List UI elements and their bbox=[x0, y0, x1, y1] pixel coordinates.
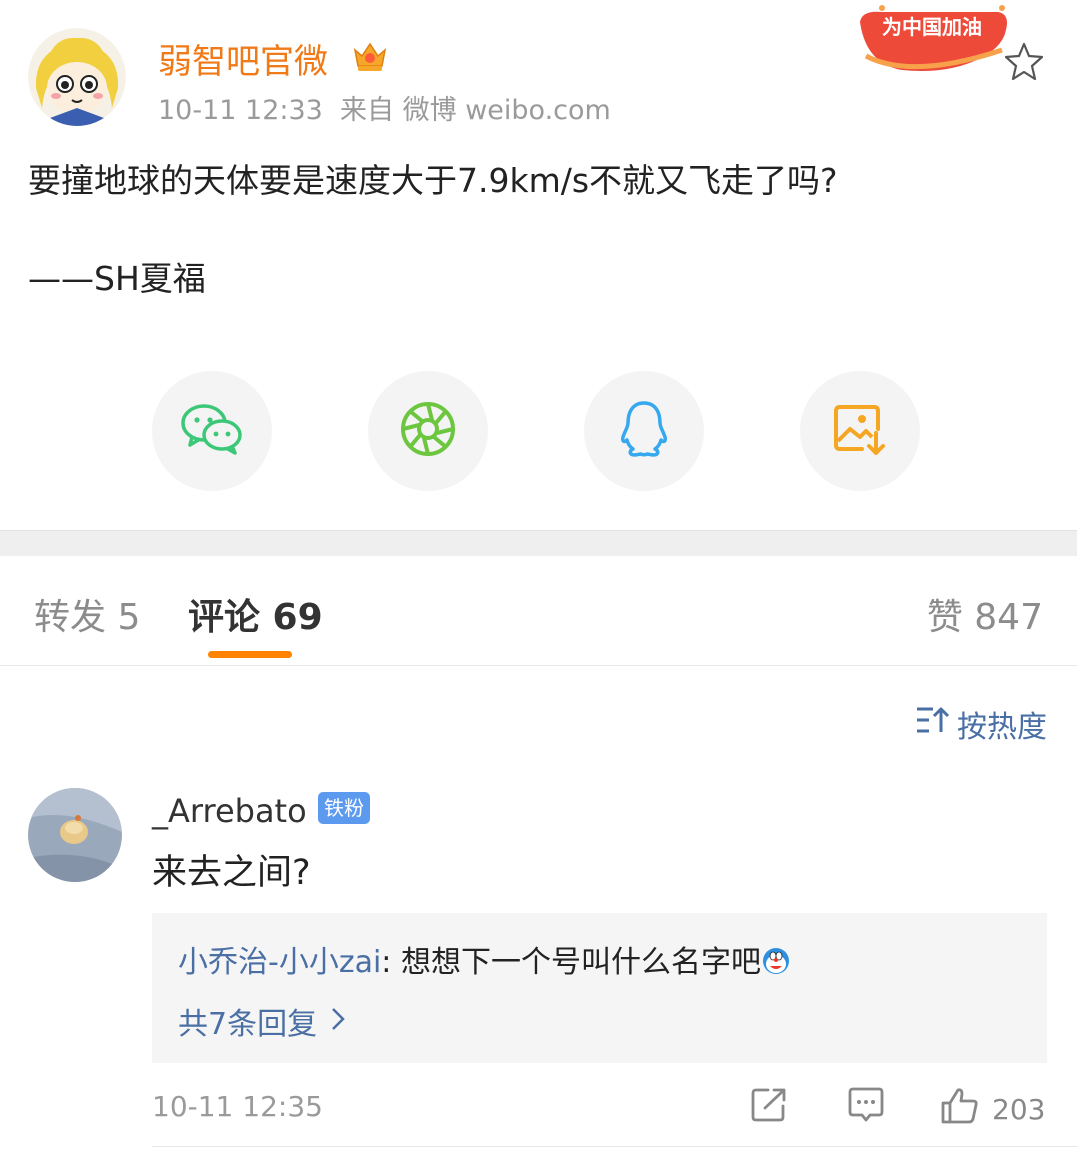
reply-comment-button[interactable] bbox=[846, 1086, 886, 1131]
post-source: 来自 微博 weibo.com bbox=[340, 95, 611, 126]
doraemon-emoji-icon bbox=[761, 946, 791, 976]
active-tab-indicator bbox=[208, 651, 292, 658]
view-replies-link[interactable]: 共7条回复 bbox=[178, 999, 345, 1043]
campaign-text: 为中国加油 bbox=[882, 15, 982, 39]
comment-divider bbox=[152, 1146, 1077, 1147]
share-qq-button[interactable] bbox=[584, 371, 704, 491]
moments-icon bbox=[399, 400, 457, 462]
post-card: 弱智吧官微 10-11 12:33 来自 微博 weibo.com 为中国加油 … bbox=[0, 0, 1077, 530]
post-meta: 10-11 12:33 来自 微博 weibo.com bbox=[158, 88, 611, 127]
section-divider bbox=[0, 530, 1077, 556]
post-signature: ——SH夏福 bbox=[28, 259, 206, 298]
sort-icon bbox=[915, 704, 951, 744]
star-icon[interactable] bbox=[1002, 40, 1046, 84]
share-moments-button[interactable] bbox=[368, 371, 488, 491]
campaign-badge[interactable]: 为中国加油 bbox=[852, 0, 1012, 80]
tab-repost[interactable]: 转发 5 bbox=[34, 588, 140, 640]
sort-toggle[interactable]: 按热度 bbox=[915, 702, 1047, 746]
comment-bubble-icon bbox=[846, 1086, 886, 1131]
tab-likes[interactable]: 赞 847 bbox=[927, 588, 1043, 640]
like-count: 203 bbox=[992, 1093, 1046, 1126]
sort-label: 按热度 bbox=[957, 710, 1047, 745]
save-image-button[interactable] bbox=[800, 371, 920, 491]
like-comment-button[interactable]: 203 bbox=[940, 1086, 1045, 1133]
reply-count-label: 共7条回复 bbox=[178, 1007, 318, 1042]
commenter-avatar[interactable] bbox=[28, 788, 122, 882]
share-icon bbox=[750, 1086, 788, 1131]
wechat-icon bbox=[180, 401, 244, 461]
fan-badge: 铁粉 bbox=[318, 792, 370, 824]
reply-text: 想想下一个号叫什么名字吧 bbox=[400, 945, 761, 980]
thumbs-up-icon bbox=[940, 1086, 980, 1133]
vip-crown-icon bbox=[351, 38, 389, 74]
chevron-right-icon bbox=[331, 1004, 345, 1039]
save-image-icon bbox=[832, 401, 888, 461]
comment-text: 来去之间? bbox=[152, 853, 311, 893]
tab-comments[interactable]: 评论 69 bbox=[188, 588, 323, 640]
share-wechat-button[interactable] bbox=[152, 371, 272, 491]
reply-user[interactable]: 小乔治-小小zai bbox=[178, 945, 381, 980]
author-name[interactable]: 弱智吧官微 bbox=[158, 34, 328, 83]
share-comment-button[interactable] bbox=[750, 1086, 788, 1131]
tabs-divider bbox=[0, 665, 1077, 666]
reply-separator: : bbox=[381, 945, 401, 980]
commenter-name[interactable]: _Arrebato bbox=[152, 792, 307, 830]
post-time: 10-11 12:33 bbox=[158, 95, 323, 126]
reply-preview[interactable]: 小乔治-小小zai: 想想下一个号叫什么名字吧 共7条回复 bbox=[152, 913, 1047, 1063]
comment-time: 10-11 12:35 bbox=[152, 1090, 323, 1123]
reply-line: 小乔治-小小zai: 想想下一个号叫什么名字吧 bbox=[178, 937, 791, 981]
author-avatar[interactable] bbox=[28, 28, 126, 126]
qq-icon bbox=[617, 399, 671, 463]
post-text: 要撞地球的天体要是速度大于7.9km/s不就又飞走了吗? bbox=[28, 161, 838, 200]
